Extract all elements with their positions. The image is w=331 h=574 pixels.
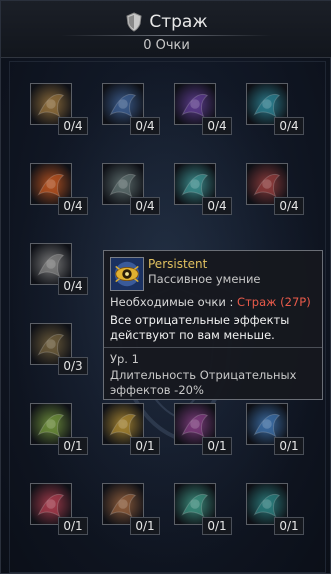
skill-level-counter: 0/1 [58,517,88,535]
skill-level-counter: 0/1 [274,517,304,535]
skill-slot[interactable]: 0/1 [30,403,102,459]
skill-level-counter: 0/4 [130,117,160,135]
skill-slot[interactable]: 0/4 [30,83,102,139]
skill-tree-panel: Страж 0 Очки 0/4 0/4 0/4 0/4 0/4 0/4 0/4 0/4 0/4… [0,0,331,574]
skill-slot[interactable]: 0/3 [30,323,102,379]
skill-level-counter: 0/1 [130,517,160,535]
skill-description: Все отрицательные эффекты действуют по в… [110,313,290,342]
skill-slot[interactable]: 0/4 [102,83,174,139]
skill-level-counter: 0/4 [58,277,88,295]
skill-level-counter: 0/3 [58,357,88,375]
skill-level-counter: 0/1 [58,437,88,455]
skill-level-counter: 0/4 [202,197,232,215]
points-counter: 0 Очки [143,38,190,53]
skill-level-counter: 0/4 [274,197,304,215]
skill-level-counter: 0/1 [274,437,304,455]
skill-slot[interactable]: 0/4 [174,163,246,219]
skill-level-counter: 0/1 [202,437,232,455]
skill-level-counter: 0/4 [202,117,232,135]
required-points: Необходимые очки : Страж (27P) [110,295,311,309]
title-divider [61,35,272,36]
title-row: Страж [1,9,331,35]
skill-slot[interactable]: 0/4 [246,163,318,219]
skill-slot[interactable]: 0/1 [246,483,318,539]
tooltip-divider [104,347,322,348]
skill-slot[interactable]: 0/1 [102,483,174,539]
required-points-label: Необходимые очки : [110,295,234,309]
skill-name: Persistent [148,257,208,271]
shield-icon [125,12,143,32]
skill-slot[interactable]: 0/4 [30,243,102,299]
skill-level-counter: 0/4 [58,117,88,135]
skill-slot[interactable]: 0/1 [102,403,174,459]
tree-title: Страж [149,12,208,32]
skill-level-counter: 0/1 [202,517,232,535]
skill-level-counter: 0/1 [130,437,160,455]
skill-slot[interactable]: 0/4 [102,163,174,219]
required-points-value: Страж (27P) [237,295,311,309]
skill-level-counter: 0/4 [58,197,88,215]
skill-slot[interactable]: 0/4 [174,83,246,139]
skill-slot[interactable]: 0/4 [246,83,318,139]
golden-eye-icon [110,257,144,291]
skill-type: Пассивное умение [148,272,261,286]
skill-level-counter: 0/4 [130,197,160,215]
skill-effect: Длительность Отрицательных эффектов -20% [110,368,297,397]
skill-slot[interactable]: 0/4 [30,163,102,219]
skill-level: Ур. 1 [110,352,139,366]
skill-slot[interactable]: 0/1 [174,483,246,539]
skill-slot[interactable]: 0/1 [246,403,318,459]
skill-tooltip: Persistent Пассивное умение Необходимые … [103,250,323,400]
skill-level-counter: 0/4 [274,117,304,135]
panel-header: Страж 0 Очки [1,1,331,58]
skill-slot[interactable]: 0/1 [174,403,246,459]
skill-slot[interactable]: 0/1 [30,483,102,539]
